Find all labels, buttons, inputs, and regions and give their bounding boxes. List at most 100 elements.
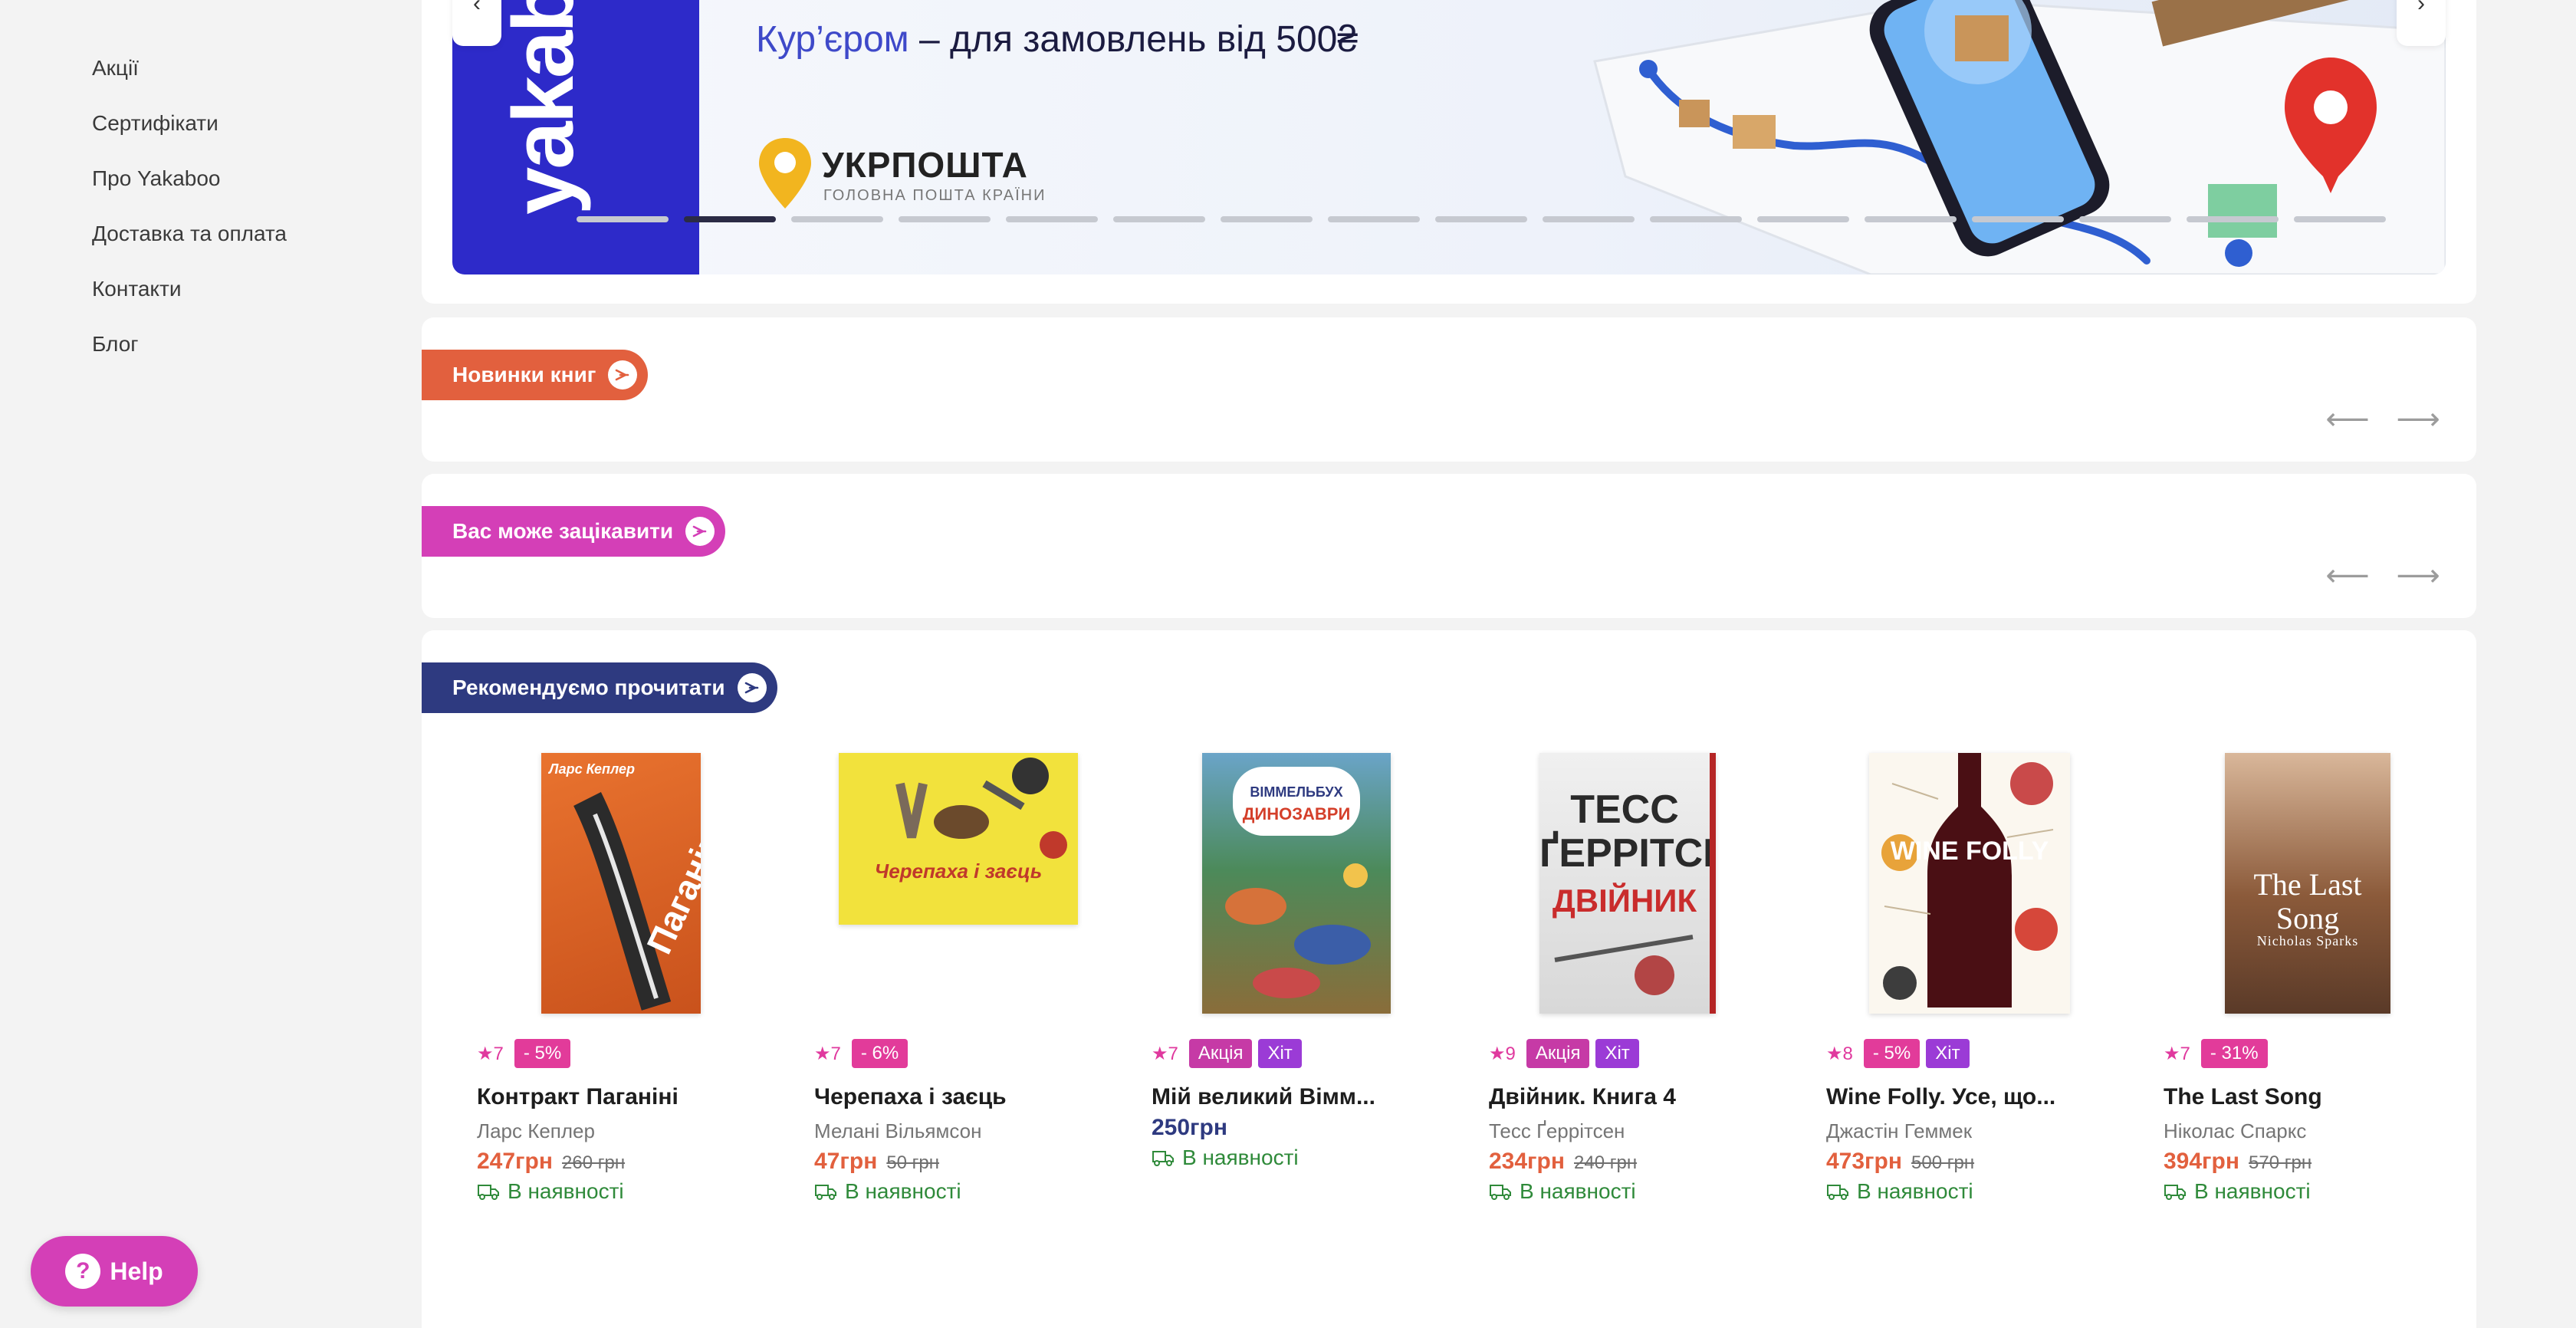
slider-dot[interactable] [1221,216,1313,222]
slider-dot[interactable] [684,216,776,222]
product-cover-area: WINE FOLLY [1826,753,2133,1014]
price-current: 234грн [1489,1149,1565,1174]
product-badges: ★7 - 5% [477,1038,571,1069]
cover-title: WINE FOLLY [1890,837,2049,866]
banner-section: yakaboo Кур’єром – для замовлень від 500… [422,0,2476,304]
stock-status: В наявності [1152,1146,1299,1170]
book-cover[interactable]: The Last Song Nicholas Sparks [2225,753,2390,1014]
carousel-next-button[interactable]: ⟶ [2395,400,2441,439]
sidebar: Акції Сертифікати Про Yakaboo Доставка т… [92,46,368,377]
price-row: 234грн 240 грн [1489,1149,1637,1175]
book-cover[interactable]: Ларс Кеплер Паганіні [541,753,701,1014]
price-current: 47грн [814,1149,878,1174]
cover-title: The Last Song [2253,867,2362,935]
product-card[interactable]: WINE FOLLY ★8 - 5% Хіт Wine Folly. Усе, … [1826,753,2133,1213]
stock-label: В наявності [1182,1146,1299,1169]
rating: ★7 [2164,1043,2190,1065]
product-cover-area: Черепаха і заєць [814,753,1121,1014]
sidebar-item-blog[interactable]: Блог [92,322,368,377]
slider-dot[interactable] [899,216,991,222]
slider-dot[interactable] [1865,216,1957,222]
slider-dot[interactable] [1543,216,1635,222]
help-label: Help [110,1257,163,1285]
slider-dot[interactable] [577,216,669,222]
slider-dot[interactable] [1972,216,2064,222]
sidebar-item-delivery[interactable]: Доставка та оплата [92,212,368,267]
product-title[interactable]: The Last Song [2164,1084,2322,1110]
stock-status: В наявності [1826,1179,1973,1204]
book-cover[interactable]: Черепаха і заєць [839,753,1078,925]
brand-logo: yakaboo [495,0,591,215]
carousel-prev-button[interactable]: ⟵ [2325,400,2371,439]
cover-art [895,758,1067,859]
product-card[interactable]: ТЕСС ҐЕРРІТСЕН ДВІЙНИК ★9 Акція Хіт Двій… [1489,753,1796,1213]
rating-value: 7 [493,1043,504,1064]
sidebar-item-certificates[interactable]: Сертифікати [92,101,368,156]
price-old: 240 грн [1574,1152,1638,1173]
slider-dot[interactable] [791,216,883,222]
banner-prev-button[interactable]: ‹ [452,0,501,46]
sidebar-item-about[interactable]: Про Yakaboo [92,156,368,212]
price-row: 394грн 570 грн [2164,1149,2312,1175]
product-author[interactable]: Джастін Геммек [1826,1119,1972,1143]
product-card[interactable]: Ларс Кеплер Паганіні ★7 - 5% Контракт Па… [477,753,784,1213]
may-interest-section: Вас може зацікавити ⟵ ⟶ [422,474,2476,618]
banner-headline: Кур’єром – для замовлень від 500₴ [756,18,1358,61]
may-interest-link[interactable]: Вас може зацікавити [422,506,726,557]
slider-dot[interactable] [2294,216,2386,222]
sidebar-item-promotions[interactable]: Акції [92,46,368,101]
star-icon: ★ [1152,1043,1168,1064]
help-button[interactable]: ? Help [31,1236,198,1307]
slider-dot[interactable] [1435,216,1527,222]
product-card[interactable]: Черепаха і заєць ★7 - 6% Черепаха і заєц… [814,753,1121,1213]
discount-badge: - 31% [2200,1039,2268,1068]
product-title[interactable]: Мій великий Вімм... [1152,1084,1375,1110]
price-row: 47грн 50 грн [814,1149,939,1175]
product-author[interactable]: Ларс Кеплер [477,1119,595,1143]
cover-title: Черепаха і заєць [874,860,1043,883]
slider-dot[interactable] [1650,216,1742,222]
book-cover[interactable]: ВІММЕЛЬБУХ ДИНОЗАВРИ [1202,753,1391,1014]
carousel-next-button[interactable]: ⟶ [2395,557,2441,595]
section-title: Новинки книг [452,363,596,386]
product-author[interactable]: Тесс Ґеррітсен [1489,1119,1625,1143]
truck-icon [1152,1151,1174,1166]
new-books-link[interactable]: Новинки книг [422,350,649,400]
star-icon: ★ [814,1043,831,1064]
price-current: 247грн [477,1149,553,1174]
slider-dot[interactable] [2187,216,2279,222]
stock-status: В наявності [2164,1179,2311,1204]
banner-headline-text: – для замовлень від 500₴ [909,19,1359,60]
product-author[interactable]: Ніколас Спаркс [2164,1119,2306,1143]
book-cover[interactable]: ТЕСС ҐЕРРІТСЕН ДВІЙНИК [1539,753,1716,1014]
slider-dot[interactable] [1113,216,1205,222]
slider-dot[interactable] [1328,216,1420,222]
star-icon: ★ [477,1043,494,1064]
banner-next-button[interactable]: › [2397,0,2446,46]
price-old: 260 грн [562,1152,626,1173]
promo-banner[interactable]: yakaboo Кур’єром – для замовлень від 500… [452,0,2446,274]
recommend-link[interactable]: Рекомендуємо прочитати [422,662,777,713]
product-title[interactable]: Wine Folly. Усе, що... [1826,1084,2055,1110]
price-old: 570 грн [2249,1152,2312,1173]
star-icon: ★ [1489,1043,1506,1064]
carrier-name: УКРПОШТА [822,145,1028,185]
arrow-right-icon [608,360,638,390]
cover-art [1554,935,1694,995]
product-title[interactable]: Двійник. Книга 4 [1489,1084,1676,1110]
product-card[interactable]: The Last Song Nicholas Sparks ★7 - 31% T… [2164,753,2470,1213]
slider-dot[interactable] [1757,216,1849,222]
product-card[interactable]: ВІММЕЛЬБУХ ДИНОЗАВРИ ★7 Акція Хіт Мій ве… [1152,753,1458,1213]
banner-headline-accent: Кур’єром [756,19,909,60]
truck-icon [1827,1185,1848,1200]
product-title[interactable]: Контракт Паганіні [477,1084,678,1110]
section-title: Рекомендуємо прочитати [452,676,725,699]
product-badges: ★9 Акція Хіт [1489,1038,1639,1069]
carousel-prev-button[interactable]: ⟵ [2325,557,2371,595]
slider-dot[interactable] [1006,216,1098,222]
product-title[interactable]: Черепаха і заєць [814,1084,1007,1110]
product-author[interactable]: Мелані Вільямсон [814,1119,981,1143]
slider-dot[interactable] [2079,216,2171,222]
book-cover[interactable]: WINE FOLLY [1869,753,2070,1014]
sidebar-item-contacts[interactable]: Контакти [92,267,368,322]
